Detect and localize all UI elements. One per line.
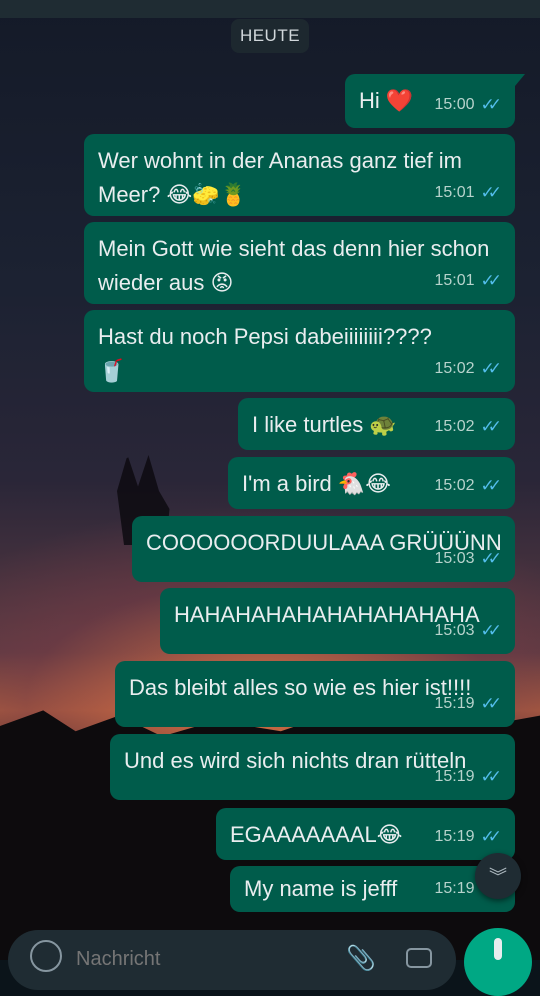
message-time: 15:19	[434, 768, 475, 785]
message-meta: 15:01 ✓✓	[434, 264, 503, 298]
read-receipt-icon: ✓✓	[480, 621, 502, 640]
read-receipt-icon: ✓✓	[480, 417, 502, 436]
message-bubble[interactable]: Hast du noch Pepsi dabeiiiiiiii???? 🥤 15…	[84, 310, 515, 392]
message-bubble[interactable]: My name is jefff 15:19 ✓✓	[230, 866, 515, 912]
read-receipt-icon: ✓✓	[480, 95, 502, 114]
read-receipt-icon: ✓✓	[480, 271, 502, 290]
message-time: 15:02	[434, 360, 475, 377]
message-meta: 15:02 ✓✓	[434, 469, 503, 503]
emoji-icon[interactable]	[30, 940, 62, 972]
message-time: 15:19	[434, 880, 475, 897]
message-time: 15:00	[434, 96, 475, 113]
message-bubble[interactable]: EGAAAAAAAL😂 15:19 ✓✓	[216, 808, 515, 860]
message-meta: 15:03 ✓✓	[434, 542, 503, 576]
chat-header-edge	[0, 0, 540, 18]
message-meta: 15:02 ✓✓	[434, 410, 503, 444]
message-bubble[interactable]: Hi ❤️ 15:00 ✓✓	[345, 74, 525, 128]
message-bubble[interactable]: Wer wohnt in der Ananas ganz tief im Mee…	[84, 134, 515, 216]
read-receipt-icon: ✓✓	[480, 476, 502, 495]
message-composer: 📎	[8, 930, 456, 990]
message-time: 15:03	[434, 622, 475, 639]
message-time: 15:01	[434, 272, 475, 289]
message-bubble[interactable]: Das bleibt alles so wie es hier ist!!!! …	[115, 661, 515, 727]
message-meta: 15:02 ✓✓	[434, 352, 503, 386]
read-receipt-icon: ✓✓	[480, 827, 502, 846]
message-time: 15:01	[434, 184, 475, 201]
read-receipt-icon: ✓✓	[480, 183, 502, 202]
read-receipt-icon: ✓✓	[480, 694, 502, 713]
read-receipt-icon: ✓✓	[480, 767, 502, 786]
message-time: 15:19	[434, 695, 475, 712]
paperclip-icon[interactable]: 📎	[346, 944, 376, 973]
message-time: 15:03	[434, 550, 475, 567]
message-bubble[interactable]: Mein Gott wie sieht das denn hier schon …	[84, 222, 515, 304]
message-bubble[interactable]: HAHAHAHAHAHAHAHAHAHA 15:03 ✓✓	[160, 588, 515, 654]
scroll-to-bottom-button[interactable]: ︾	[475, 853, 521, 899]
read-receipt-icon: ✓✓	[480, 549, 502, 568]
message-time: 15:19	[434, 828, 475, 845]
camera-icon[interactable]	[406, 948, 432, 968]
message-time: 15:02	[434, 418, 475, 435]
microphone-icon	[494, 938, 502, 960]
voice-record-button[interactable]	[464, 928, 532, 996]
message-meta: 15:00 ✓✓	[434, 88, 503, 122]
date-separator: HEUTE	[231, 19, 309, 53]
message-meta: 15:19 ✓✓	[434, 760, 503, 794]
message-bubble[interactable]: COOOOOORDUULAAA GRÜÜÜNN 15:03 ✓✓	[132, 516, 515, 582]
message-meta: 15:01 ✓✓	[434, 176, 503, 210]
message-meta: 15:19 ✓✓	[434, 687, 503, 721]
message-time: 15:02	[434, 477, 475, 494]
message-meta: 15:19 ✓✓	[434, 820, 503, 854]
message-bubble[interactable]: I'm a bird 🐔😂 15:02 ✓✓	[228, 457, 515, 509]
message-meta: 15:03 ✓✓	[434, 614, 503, 648]
message-bubble[interactable]: I like turtles 🐢 15:02 ✓✓	[238, 398, 515, 450]
message-input[interactable]	[74, 940, 318, 978]
read-receipt-icon: ✓✓	[480, 359, 502, 378]
message-bubble[interactable]: Und es wird sich nichts dran rütteln 15:…	[110, 734, 515, 800]
double-chevron-down-icon: ︾	[489, 867, 507, 887]
